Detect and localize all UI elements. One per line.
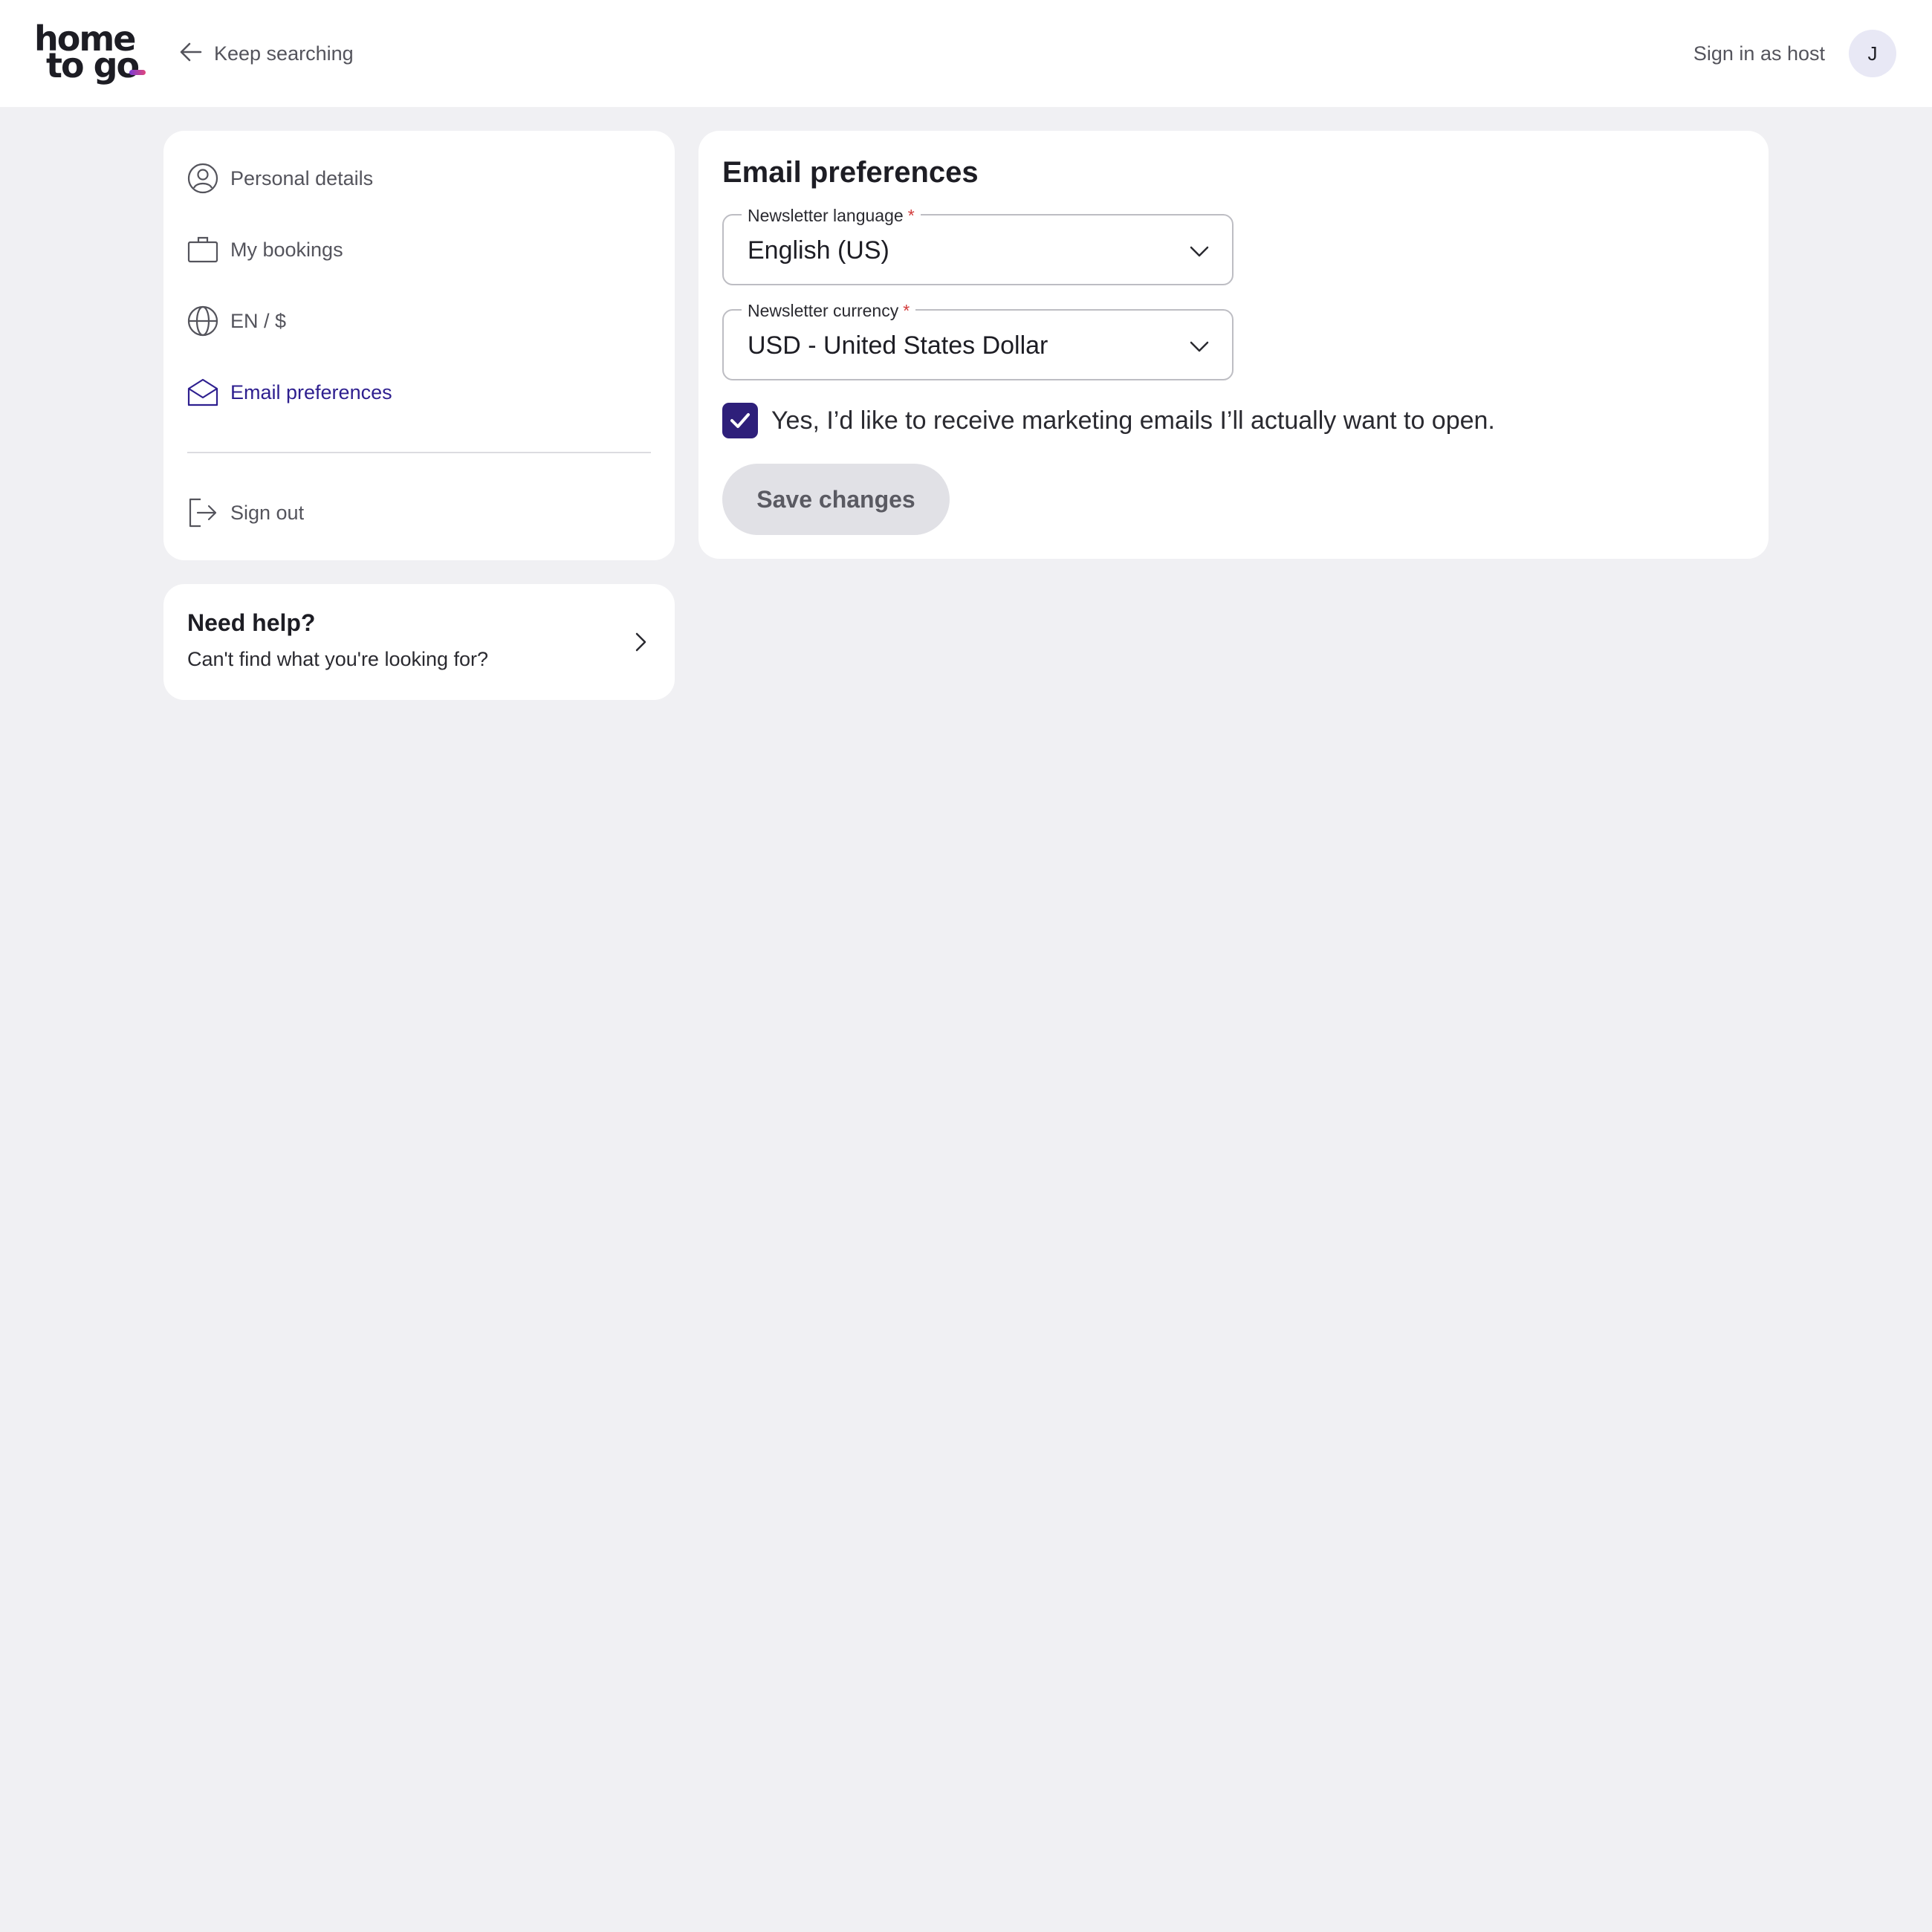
top-header: home to go Keep searching Sign in as hos… — [0, 0, 1932, 107]
sidebar-item-label: Personal details — [230, 166, 374, 189]
sign-out-button[interactable]: Sign out — [187, 496, 304, 529]
marketing-consent-row: Yes, I’d like to receive marketing email… — [722, 403, 1495, 438]
selected-value: USD - United States Dollar — [748, 331, 1048, 360]
hometogo-logo[interactable]: home to go — [34, 22, 153, 83]
sign-out-label: Sign out — [230, 501, 305, 524]
globe-icon — [187, 305, 218, 337]
chevron-down-icon — [1187, 334, 1211, 358]
newsletter-currency-select[interactable]: Newsletter currency * USD - United States… — [722, 300, 1234, 380]
checkmark-icon — [730, 413, 750, 428]
sidebar-divider — [187, 452, 651, 453]
chevron-down-icon — [1187, 239, 1211, 263]
required-marker: * — [907, 206, 915, 225]
account-nav-card: Personal details My bookings EN / $ Emai… — [163, 131, 675, 560]
sidebar-item-my-bookings[interactable]: My bookings — [187, 233, 343, 266]
sign-in-as-host-link[interactable]: Sign in as host — [1693, 39, 1825, 68]
field-label: Newsletter language * — [742, 205, 921, 226]
field-label: Newsletter currency * — [742, 300, 916, 321]
help-subtitle: Can't find what you're looking for? — [187, 648, 489, 670]
newsletter-currency-label: Newsletter currency — [748, 301, 899, 320]
selected-value: English (US) — [748, 236, 889, 265]
sidebar-item-language-currency[interactable]: EN / $ — [187, 305, 286, 337]
newsletter-language-label: Newsletter language — [748, 206, 904, 225]
avatar[interactable]: J — [1849, 30, 1896, 77]
email-preferences-card: Email preferences Newsletter language * E… — [698, 131, 1769, 559]
sidebar-item-label: EN / $ — [230, 309, 287, 332]
keep-searching-link[interactable]: Keep searching — [178, 39, 354, 68]
newsletter-language-select[interactable]: Newsletter language * English (US) — [722, 205, 1234, 285]
sidebar-item-label: My bookings — [230, 238, 343, 261]
sign-out-icon — [187, 497, 218, 528]
envelope-open-icon — [187, 377, 218, 408]
user-circle-icon — [187, 163, 218, 194]
page-title: Email preferences — [722, 156, 979, 189]
arrow-left-icon — [178, 39, 204, 68]
required-marker: * — [903, 301, 910, 320]
marketing-consent-checkbox[interactable] — [722, 403, 758, 438]
briefcase-icon — [187, 234, 218, 265]
save-changes-button[interactable]: Save changes — [722, 464, 950, 535]
marketing-consent-label[interactable]: Yes, I’d like to receive marketing email… — [771, 406, 1495, 435]
sidebar-item-email-preferences[interactable]: Email preferences — [187, 376, 392, 409]
need-help-card[interactable]: Need help? Can't find what you're lookin… — [163, 584, 675, 700]
keep-searching-label: Keep searching — [214, 42, 354, 65]
sidebar-item-label: Email preferences — [230, 380, 392, 403]
logo-line-2: to go — [46, 45, 140, 85]
sidebar-item-personal-details[interactable]: Personal details — [187, 162, 373, 195]
help-title: Need help? — [187, 609, 316, 636]
chevron-right-icon — [629, 630, 652, 654]
logo-underscore — [129, 70, 146, 75]
